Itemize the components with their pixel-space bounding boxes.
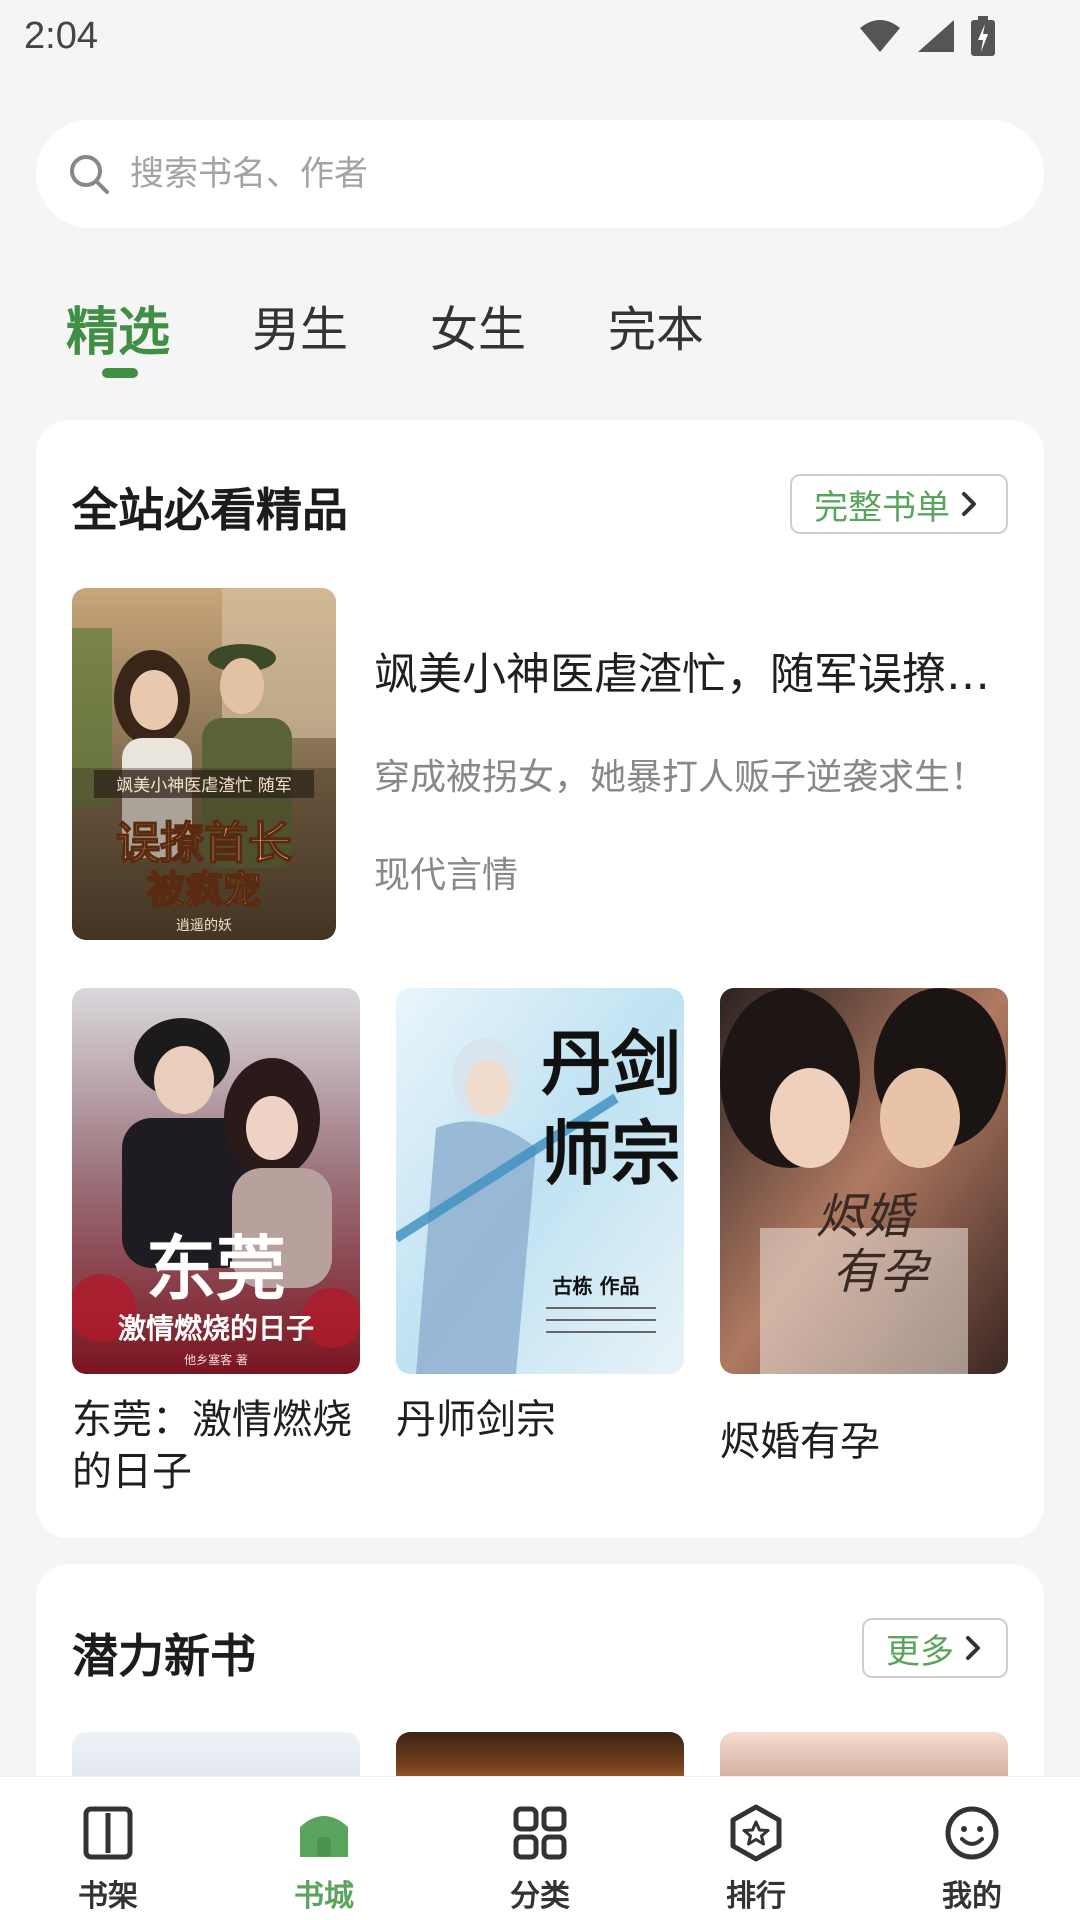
status-time: 2:04 — [24, 14, 98, 57]
book-item[interactable]: 丹剑 师宗 古栋 作品 丹师剑宗 — [396, 988, 684, 1446]
chevron-right-icon — [962, 492, 976, 516]
tab-male[interactable]: 男生 — [252, 290, 348, 380]
tab-label: 完本 — [608, 302, 705, 358]
book-cover: 烬婚 有孕 — [720, 988, 1008, 1374]
book-item[interactable]: 烬婚 有孕 烬婚有孕 — [720, 988, 1008, 1468]
featured-book-description: 穿成被拐女，她暴打人贩子逆袭求生！ — [374, 757, 987, 798]
wifi-icon — [860, 20, 900, 52]
full-booklist-button[interactable]: 完整书单 — [790, 474, 1008, 534]
grid-icon — [513, 1806, 567, 1860]
cover-title: 烬婚 — [816, 1189, 918, 1245]
featured-book-cover[interactable]: 飒美小神医虐渣忙 随军 误撩首长 被疯宠 逍遥的妖 — [72, 588, 336, 940]
tab-completed[interactable]: 完本 — [608, 290, 704, 380]
nav-label: 排行 — [726, 1879, 786, 1914]
tab-label: 女生 — [430, 302, 527, 358]
book-icon — [83, 1806, 133, 1860]
battery-icon — [971, 16, 995, 56]
book-cover: 丹剑 师宗 古栋 作品 — [396, 988, 684, 1374]
cover-image: 飒美小神医虐渣忙 随军 误撩首长 被疯宠 逍遥的妖 — [72, 588, 336, 940]
cover-title-2: 有孕 — [832, 1244, 932, 1300]
cover-title: 丹剑 — [541, 1022, 681, 1105]
book-name: 烬婚有孕 — [720, 1419, 880, 1465]
nav-ranking[interactable]: 排行 — [648, 1777, 864, 1920]
search-icon — [70, 155, 109, 194]
bottom-navigation: 书架 书城 分类 排行 我的 — [0, 1776, 1080, 1920]
nav-profile[interactable]: 我的 — [864, 1777, 1080, 1920]
search-bar[interactable] — [36, 120, 1044, 228]
featured-section-card: 全站必看精品 完整书单 飒美小神医虐渣忙 随军 误撩首长 被疯宠 逍遥的妖 飒美… — [36, 420, 1044, 1538]
cover-image: 东莞 激情燃烧的日子 他乡塞客 著 — [72, 988, 360, 1374]
signal-icon — [918, 20, 954, 52]
featured-book-title[interactable]: 飒美小神医虐渣忙，随军误撩首长被疯宠 — [374, 638, 1014, 702]
nav-bookstore[interactable]: 书城 — [216, 1777, 432, 1920]
book-name: 东莞：激情燃烧的日子 — [72, 1397, 352, 1495]
nav-label: 书城 — [294, 1879, 354, 1914]
featured-book-genre: 现代言情 — [374, 855, 519, 896]
status-icons — [858, 16, 996, 56]
section-title: 全站必看精品 — [72, 483, 348, 537]
cover-author: 逍遥的妖 — [176, 918, 232, 934]
category-tabs: 精选 男生 女生 完本 — [66, 290, 786, 380]
cover-title: 东莞 — [146, 1228, 286, 1310]
cover-subtitle: 激情燃烧的日子 — [118, 1312, 314, 1345]
more-label: 更多 — [886, 1631, 954, 1672]
status-bar: 2:04 — [0, 0, 1080, 72]
tab-label: 男生 — [252, 302, 349, 358]
cover-title-2: 师宗 — [541, 1112, 681, 1195]
tab-featured[interactable]: 精选 — [66, 290, 170, 380]
cover-image: 烬婚 有孕 — [720, 988, 1008, 1374]
cover-image: 丹剑 师宗 古栋 作品 — [396, 988, 684, 1374]
smile-face-icon — [945, 1806, 999, 1860]
cover-text-main: 误撩首长 — [116, 818, 292, 869]
cover-author: 他乡塞客 著 — [184, 1352, 248, 1367]
nav-label: 我的 — [942, 1879, 1002, 1914]
nav-bookshelf[interactable]: 书架 — [0, 1777, 216, 1920]
tab-label: 精选 — [66, 303, 171, 363]
book-cover: 东莞 激情燃烧的日子 他乡塞客 著 — [72, 988, 360, 1374]
chevron-right-icon — [966, 1636, 980, 1660]
tab-indicator — [102, 368, 138, 378]
search-input[interactable] — [130, 154, 930, 194]
more-button[interactable]: 更多 — [862, 1618, 1008, 1678]
tab-female[interactable]: 女生 — [430, 290, 526, 380]
book-name: 丹师剑宗 — [396, 1397, 556, 1443]
more-label: 完整书单 — [814, 487, 950, 528]
book-item[interactable]: 东莞 激情燃烧的日子 他乡塞客 著 东莞：激情燃烧的日子 — [72, 988, 360, 1498]
rank-star-icon — [730, 1804, 782, 1862]
store-icon — [300, 1816, 348, 1857]
cover-author: 古栋 作品 — [553, 1274, 640, 1298]
section-title: 潜力新书 — [72, 1629, 256, 1683]
nav-label: 书架 — [78, 1879, 138, 1914]
nav-label: 分类 — [510, 1879, 570, 1914]
cover-text-main-2: 被疯宠 — [147, 867, 261, 912]
nav-category[interactable]: 分类 — [432, 1777, 648, 1920]
cover-text-top: 飒美小神医虐渣忙 随军 — [116, 776, 291, 796]
